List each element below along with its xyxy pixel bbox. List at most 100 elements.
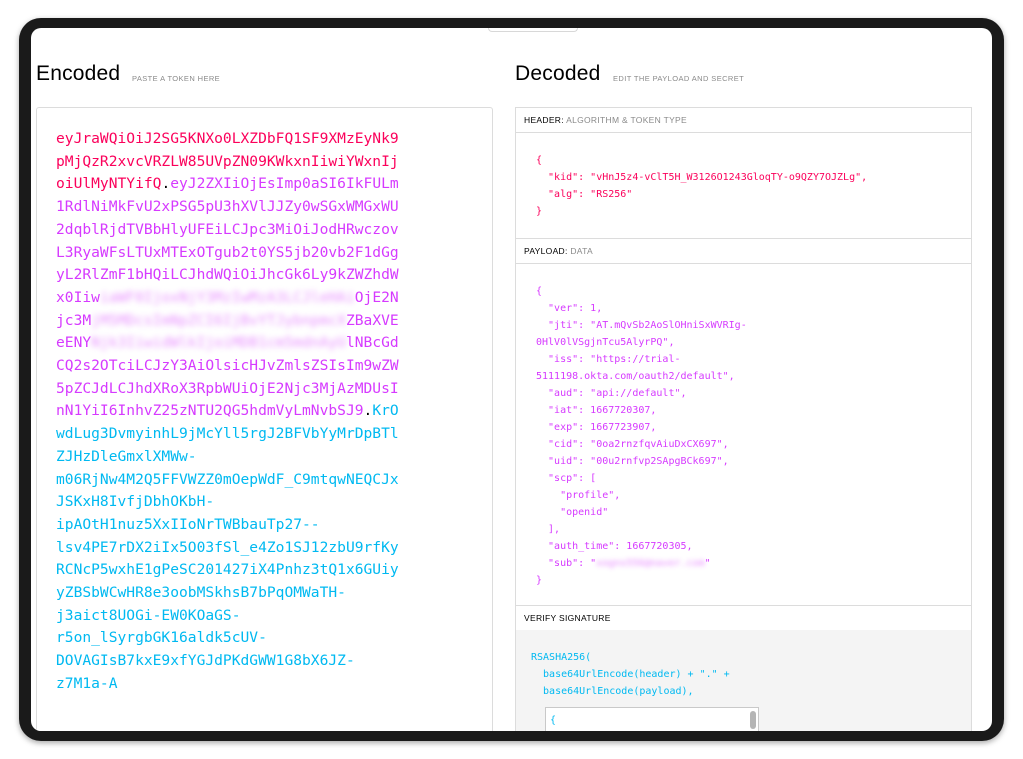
public-key-scrollbar[interactable]: [750, 711, 756, 729]
encoded-segment: ipAOtH1nuz5XxIIoNrTWBbauTp27--: [56, 515, 320, 533]
encoded-line: JSKxH8IvfjDbhOKbH-: [56, 491, 476, 514]
code-line: "uid": "00u2rnfvp2SApgBCk697",: [536, 453, 971, 470]
code-token: "scp": [: [536, 473, 597, 484]
code-token: 0HlV0lVSgjnTcu5AlyrPQ",: [536, 337, 675, 348]
code-token: "sub": ": [536, 558, 597, 569]
code-token: "cid": "0oa2rnzfqvAiuDxCX697",: [536, 439, 729, 450]
encoded-segment: pMjQzR2xvcVRZLW85UVpZN09KWkxnIiwiYWxnIj: [56, 152, 399, 170]
encoded-line: oiUlMyNTYifQ.eyJ2ZXIiOjEsImp0aSI6IkFULm: [56, 173, 476, 196]
encoded-segment: CQ2s2OTciLCJzY3AiOlsicHJvZmlsZSIsIm9wZW: [56, 357, 399, 375]
encoded-line: m06RjNw4M2Q5FFVWZZ0mOepWdF_C9mtqwNEQCJx: [56, 469, 476, 492]
code-token: ": [704, 558, 711, 569]
code-line: {: [536, 283, 971, 300]
payload-json-editor[interactable]: { "ver": 1, "jti": "AT.mQvSb2AoSlOHniSxW…: [516, 264, 971, 589]
encoded-segment: eENY: [56, 334, 92, 352]
code-line: base64UrlEncode(payload),: [531, 683, 971, 700]
code-line: 5111198.okta.com/oauth2/default",: [536, 368, 971, 385]
encoded-segment: eyJraWQiOiJ2SG5KNXo0LXZDbFQ1SF9XMzEyNk9: [56, 130, 399, 147]
encoded-line: lsv4PE7rDX2iIx5O03fSl_e4Zo1SJ12zbU9rfKy: [56, 537, 476, 560]
encoded-line: ZJHzDleGmxlXMWw-: [56, 446, 476, 469]
encoded-segment: j3aict8UOGi-EW0KOaGS-: [56, 606, 241, 624]
public-key-input-value[interactable]: {: [550, 712, 556, 729]
code-token: "jti": "AT.mQvSb2AoSlOHniSxWVRIg-: [536, 320, 747, 331]
encoded-segment: lsv4PE7rDX2iIx5O03fSl_e4Zo1SJ12zbU9rfKy: [56, 538, 399, 556]
code-line: "jti": "AT.mQvSb2AoSlOHniSxWVRIg-: [536, 317, 971, 334]
header-section: HEADER: ALGORITHM & TOKEN TYPE { "kid": …: [515, 107, 972, 240]
code-token: "iat": 1667720307,: [536, 405, 657, 416]
encoded-token-textarea[interactable]: eyJraWQiOiJ2SG5KNXo0LXZDbFQ1SF9XMzEyNk9 p…: [56, 128, 476, 696]
device-frame: Encoded PASTE A TOKEN HERE eyJraWQiOiJ2S…: [19, 18, 1004, 741]
decoded-panel: HEADER: ALGORITHM & TOKEN TYPE { "kid": …: [515, 107, 972, 731]
encoded-segment: m06RjNw4M2Q5FFVWZZ0mOepWdF_C9mtqwNEQCJx: [56, 470, 399, 488]
code-line: RSASHA256(: [531, 649, 971, 666]
encoded-line: L3RyaWFsLTUxMTExOTgub2t0YS5jb20vb2F1dGg: [56, 242, 476, 265]
signature-section: VERIFY SIGNATURE RSASHA256( base64UrlEnc…: [515, 605, 972, 731]
code-token: "exp": 1667723907,: [536, 422, 657, 433]
public-key-input[interactable]: {: [545, 707, 759, 731]
encoded-segment: jM5MDcsImNpZCI6IjBvYTJybnpmcX: [91, 311, 346, 329]
header-label: HEADER:: [524, 115, 564, 125]
code-token: }: [536, 575, 543, 586]
code-line: {: [536, 152, 971, 169]
encoded-segment: eyJ2ZXIiOjEsImp0aSI6IkFULm: [170, 175, 399, 193]
encoded-line: RCNcP5wxhE1gPeSC201427iX4Pnhz3tQ1x6GUiy: [56, 559, 476, 582]
encoded-segment: z7M1a-A: [56, 674, 118, 692]
code-line: "ver": 1,: [536, 300, 971, 317]
code-token: 5111198.okta.com/oauth2/default",: [536, 371, 735, 382]
encoded-line: z7M1a-A: [56, 673, 476, 696]
code-line: "scp": [: [536, 470, 971, 487]
code-line: base64UrlEncode(header) + "." +: [531, 666, 971, 683]
encoded-segment: RCNcP5wxhE1gPeSC201427iX4Pnhz3tQ1x6GUiy: [56, 561, 399, 579]
encoded-segment: .: [161, 175, 171, 193]
encoded-segment: oiUlMyNTYifQ: [56, 175, 162, 193]
encoded-line: eENYNjk3IiwidWlkIjoiMDB1cm5mdnAyUlNBcGd: [56, 332, 476, 355]
encoded-segment: 2dqblRjdTVBbHlyUFEiLCJpc3MiOiJodHRwczov: [56, 220, 399, 238]
decoded-title: Decoded: [515, 62, 601, 85]
encoded-segment: ZBaXVE: [345, 311, 399, 329]
header-json-editor[interactable]: { "kid": "vHnJ5z4-vClT5H_W3126O1243GloqT…: [516, 133, 971, 220]
encoded-line: r5on_lSyrgbGK16aldk5cUV-: [56, 627, 476, 650]
encoded-segment: lNBcGd: [345, 334, 399, 352]
encoded-segment: .: [363, 402, 373, 420]
code-line: "auth_time": 1667720305,: [536, 538, 971, 555]
payload-sublabel: DATA: [570, 246, 593, 256]
code-token: "aud": "api://default",: [536, 388, 687, 399]
code-token: ],: [536, 524, 561, 535]
encoded-segment: iaWF0IjoxNjY3MzIwMzA3LCJleHAi: [99, 288, 355, 306]
encoded-line: yL2RlZmF1bHQiLCJhdWQiOiJhcGk6Ly9kZWZhdW: [56, 264, 476, 287]
encoded-segment: L3RyaWFsLTUxMTExOTgub2t0YS5jb20vb2F1dGg: [56, 243, 399, 261]
code-line: ],: [536, 521, 971, 538]
encoded-line: yZBSbWCwHR8e3oobMSkhsB7bPqOMWaTH-: [56, 582, 476, 605]
encoded-line: j3aict8UOGi-EW0KOaGS-: [56, 605, 476, 628]
code-token: {: [536, 155, 543, 166]
code-token: "ver": 1,: [536, 303, 603, 314]
encoded-line: jc3MjM5MDcsImNpZCI6IjBvYTJybnpmcXZBaXVE: [56, 310, 476, 333]
encoded-line: 1RdlNiMkFvU2xPSG5pU3hXVlJJZy0wSGxWMGxWU: [56, 196, 476, 219]
top-tab-handle[interactable]: [488, 28, 578, 32]
code-token: "auth_time": 1667720305,: [536, 541, 693, 552]
encoded-segment: jc3M: [56, 311, 92, 329]
encoded-segment: ZJHzDleGmxlXMWw-: [56, 447, 197, 465]
code-token: base64UrlEncode(payload),: [531, 686, 694, 697]
code-line: 0HlV0lVSgjnTcu5AlyrPQ",: [536, 334, 971, 351]
code-line: "cid": "0oa2rnzfqvAiuDxCX697",: [536, 436, 971, 453]
signature-area: RSASHA256( base64UrlEncode(header) + "."…: [516, 630, 971, 731]
encoded-segment: yL2RlZmF1bHQiLCJhdWQiOiJhcGk6Ly9kZWZhdW: [56, 266, 399, 284]
encoded-line: eyJraWQiOiJ2SG5KNXo0LXZDbFQ1SF9XMzEyNk9: [56, 128, 476, 151]
encoded-token-panel[interactable]: eyJraWQiOiJ2SG5KNXo0LXZDbFQ1SF9XMzEyNk9 p…: [36, 107, 493, 731]
encoded-segment: yZBSbWCwHR8e3oobMSkhsB7bPqOMWaTH-: [56, 584, 346, 602]
encoded-segment: DOVAGIsB7kxE9xfYGJdPKdGWW1G8bX6JZ-: [56, 652, 355, 670]
code-line: }: [536, 203, 971, 220]
encoded-segment: OjE2N: [354, 288, 399, 306]
code-line: "exp": 1667723907,: [536, 419, 971, 436]
code-token: "alg": "RS256": [536, 189, 633, 200]
encoded-line: pMjQzR2xvcVRZLW85UVpZN09KWkxnIiwiYWxnIj: [56, 151, 476, 174]
signature-formula: RSASHA256( base64UrlEncode(header) + "."…: [516, 630, 971, 700]
code-token: "uid": "00u2rnfvp2SApgBCk697",: [536, 456, 729, 467]
encoded-segment: JSKxH8IvfjDbhOKbH-: [56, 493, 215, 511]
code-line: "alg": "RS256": [536, 186, 971, 203]
code-token: "openid": [536, 507, 609, 518]
code-token: xogns556@naver.com: [596, 558, 705, 569]
browser-screen: Encoded PASTE A TOKEN HERE eyJraWQiOiJ2S…: [31, 28, 992, 731]
payload-label: PAYLOAD:: [524, 246, 568, 256]
